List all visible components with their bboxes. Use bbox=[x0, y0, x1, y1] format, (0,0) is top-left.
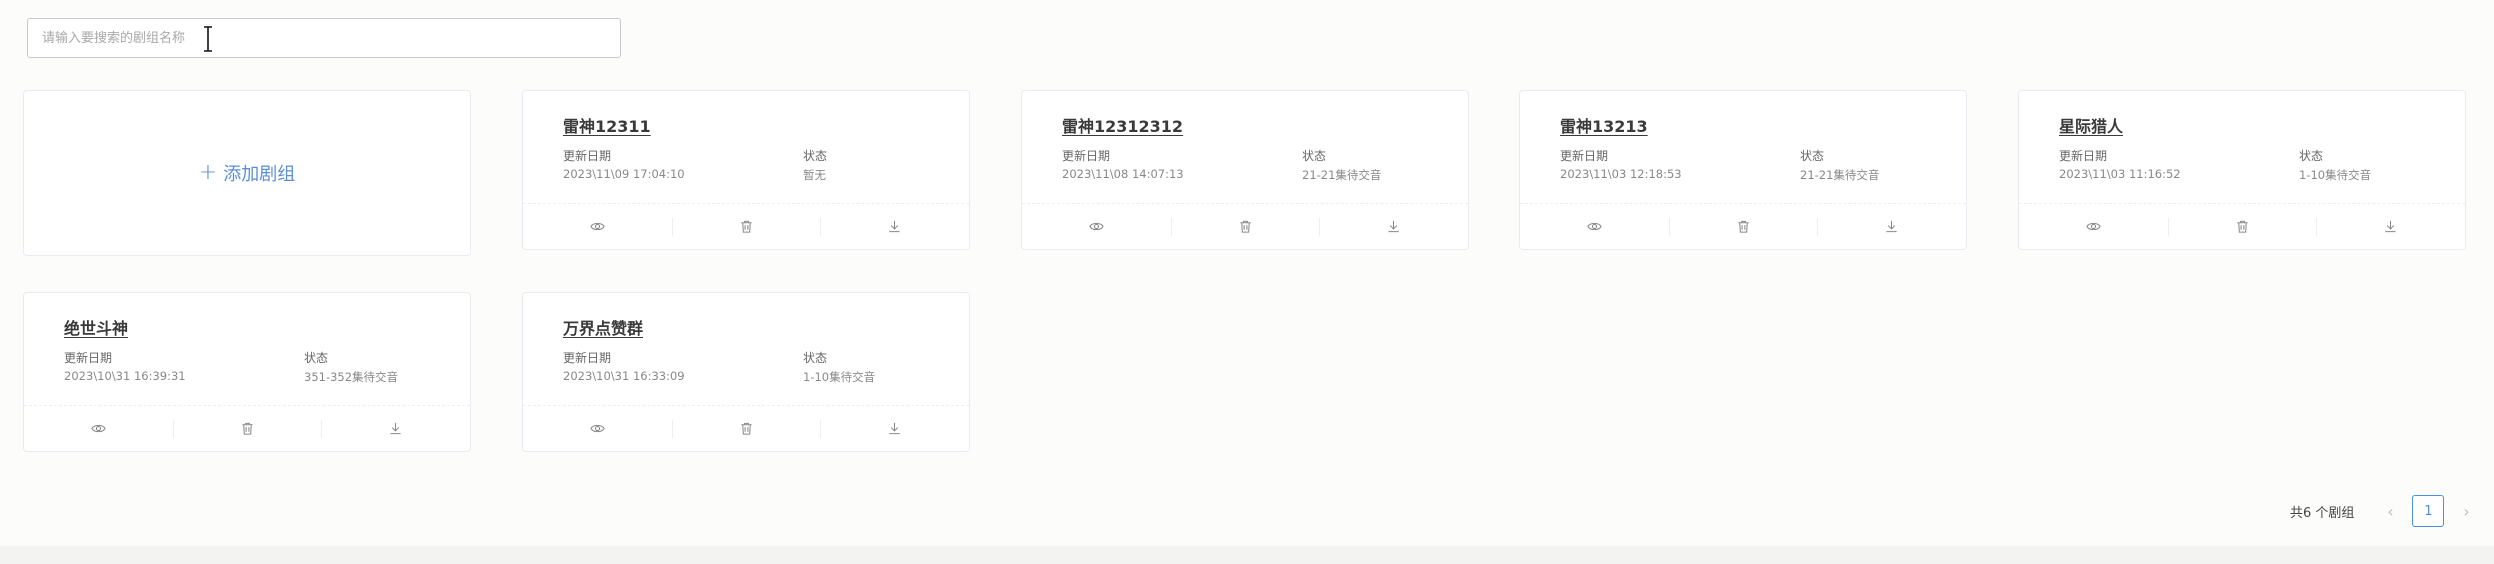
card-actions bbox=[24, 405, 470, 451]
updated-value: 2023\11\03 11:16:52 bbox=[2059, 167, 2181, 181]
trash-icon bbox=[241, 422, 253, 435]
status-value: 351-352集待交音 bbox=[304, 370, 399, 384]
updated-label: 更新日期 bbox=[1062, 149, 1111, 163]
drama-list-page: + 添加剧组 雷神12311 更新日期 状态 2023\11\09 17:04:… bbox=[0, 0, 2494, 564]
eye-icon bbox=[1089, 222, 1104, 231]
card-body: 雷神12312312 更新日期 状态 2023\11\08 14:07:13 2… bbox=[1022, 91, 1468, 203]
card-actions bbox=[523, 203, 969, 249]
updated-label: 更新日期 bbox=[1560, 149, 1609, 163]
prev-page-button[interactable]: ‹ bbox=[2378, 502, 2402, 521]
card-actions bbox=[2019, 203, 2465, 249]
card-body: 雷神13213 更新日期 状态 2023\11\03 12:18:53 21-2… bbox=[1520, 91, 1966, 203]
trash-icon bbox=[740, 220, 752, 233]
eye-icon bbox=[1587, 222, 1602, 231]
download-button[interactable] bbox=[1319, 204, 1468, 249]
status-value: 暂无 bbox=[803, 168, 826, 182]
card-actions bbox=[523, 405, 969, 451]
status-value: 1-10集待交音 bbox=[803, 370, 876, 384]
download-button[interactable] bbox=[2316, 204, 2465, 249]
download-icon bbox=[889, 422, 900, 435]
next-page-button[interactable]: › bbox=[2454, 502, 2478, 521]
delete-button[interactable] bbox=[1668, 204, 1818, 249]
status-value: 21-21集待交音 bbox=[1800, 168, 1880, 182]
eye-icon bbox=[590, 222, 605, 231]
card-body: 星际猎人 更新日期 状态 2023\11\03 11:16:52 1-10集待交… bbox=[2019, 91, 2465, 203]
view-button[interactable] bbox=[1022, 204, 1171, 249]
drama-title-link[interactable]: 星际猎人 bbox=[2059, 113, 2123, 137]
card-body: 万界点赞群 更新日期 状态 2023\10\31 16:33:09 1-10集待… bbox=[523, 293, 969, 405]
drama-card[interactable]: 雷神12312312 更新日期 状态 2023\11\08 14:07:13 2… bbox=[1021, 90, 1469, 250]
search-box[interactable] bbox=[27, 18, 621, 58]
trash-icon bbox=[740, 422, 752, 435]
view-button[interactable] bbox=[24, 406, 173, 451]
updated-label: 更新日期 bbox=[563, 149, 612, 163]
status-label: 状态 bbox=[304, 351, 329, 365]
pagination: 共6 个剧组 ‹ 1 › bbox=[2290, 494, 2478, 528]
page-1-button[interactable]: 1 bbox=[2412, 495, 2445, 527]
updated-label: 更新日期 bbox=[2059, 149, 2108, 163]
delete-button[interactable] bbox=[2167, 204, 2317, 249]
drama-card[interactable]: 万界点赞群 更新日期 状态 2023\10\31 16:33:09 1-10集待… bbox=[522, 292, 970, 452]
card-body: 绝世斗神 更新日期 状态 2023\10\31 16:39:31 351-352… bbox=[24, 293, 470, 405]
eye-icon bbox=[2086, 222, 2101, 231]
view-button[interactable] bbox=[1520, 204, 1669, 249]
updated-value: 2023\11\09 17:04:10 bbox=[563, 167, 685, 181]
total-count: 共6 个剧组 bbox=[2290, 505, 2355, 521]
eye-icon bbox=[91, 424, 106, 433]
delete-button[interactable] bbox=[172, 406, 322, 451]
updated-value: 2023\11\08 14:07:13 bbox=[1062, 167, 1184, 181]
add-drama-card[interactable]: + 添加剧组 bbox=[23, 90, 471, 256]
download-button[interactable] bbox=[1817, 204, 1966, 249]
card-body: 雷神12311 更新日期 状态 2023\11\09 17:04:10 暂无 bbox=[523, 91, 969, 203]
view-button[interactable] bbox=[523, 204, 672, 249]
card-actions bbox=[1520, 203, 1966, 249]
drama-card[interactable]: 绝世斗神 更新日期 状态 2023\10\31 16:39:31 351-352… bbox=[23, 292, 471, 452]
drama-card[interactable]: 雷神13213 更新日期 状态 2023\11\03 12:18:53 21-2… bbox=[1519, 90, 1967, 250]
download-button[interactable] bbox=[820, 204, 969, 249]
add-drama-label: 添加剧组 bbox=[223, 164, 296, 185]
add-drama-button[interactable]: + 添加剧组 bbox=[199, 160, 295, 186]
status-value: 1-10集待交音 bbox=[2299, 168, 2372, 182]
drama-title-link[interactable]: 雷神12312312 bbox=[1062, 113, 1183, 137]
download-icon bbox=[2385, 220, 2396, 233]
delete-button[interactable] bbox=[671, 406, 821, 451]
status-label: 状态 bbox=[1302, 149, 1327, 163]
updated-label: 更新日期 bbox=[563, 351, 612, 365]
updated-label: 更新日期 bbox=[64, 351, 113, 365]
drama-title-link[interactable]: 万界点赞群 bbox=[563, 315, 643, 339]
view-button[interactable] bbox=[523, 406, 672, 451]
view-button[interactable] bbox=[2019, 204, 2168, 249]
download-icon bbox=[390, 422, 401, 435]
trash-icon bbox=[2236, 220, 2248, 233]
delete-button[interactable] bbox=[1170, 204, 1320, 249]
bottom-strip bbox=[0, 546, 2494, 564]
drama-card[interactable]: 雷神12311 更新日期 状态 2023\11\09 17:04:10 暂无 bbox=[522, 90, 970, 250]
status-label: 状态 bbox=[803, 149, 828, 163]
drama-title-link[interactable]: 雷神12311 bbox=[563, 113, 651, 137]
updated-value: 2023\11\03 12:18:53 bbox=[1560, 167, 1682, 181]
status-value: 21-21集待交音 bbox=[1302, 168, 1382, 182]
trash-icon bbox=[1737, 220, 1749, 233]
drama-title-link[interactable]: 雷神13213 bbox=[1560, 113, 1648, 137]
drama-title-link[interactable]: 绝世斗神 bbox=[64, 315, 128, 339]
drama-card[interactable]: 星际猎人 更新日期 状态 2023\11\03 11:16:52 1-10集待交… bbox=[2018, 90, 2466, 250]
updated-value: 2023\10\31 16:33:09 bbox=[563, 369, 685, 383]
plus-icon: + bbox=[198, 160, 218, 185]
status-label: 状态 bbox=[1800, 149, 1825, 163]
delete-button[interactable] bbox=[671, 204, 821, 249]
trash-icon bbox=[1239, 220, 1251, 233]
download-icon bbox=[1886, 220, 1897, 233]
updated-value: 2023\10\31 16:39:31 bbox=[64, 369, 186, 383]
status-label: 状态 bbox=[2299, 149, 2324, 163]
card-actions bbox=[1022, 203, 1468, 249]
status-label: 状态 bbox=[803, 351, 828, 365]
search-input[interactable] bbox=[42, 19, 606, 57]
download-button[interactable] bbox=[321, 406, 470, 451]
eye-icon bbox=[590, 424, 605, 433]
download-icon bbox=[889, 220, 900, 233]
download-icon bbox=[1388, 220, 1399, 233]
download-button[interactable] bbox=[820, 406, 969, 451]
